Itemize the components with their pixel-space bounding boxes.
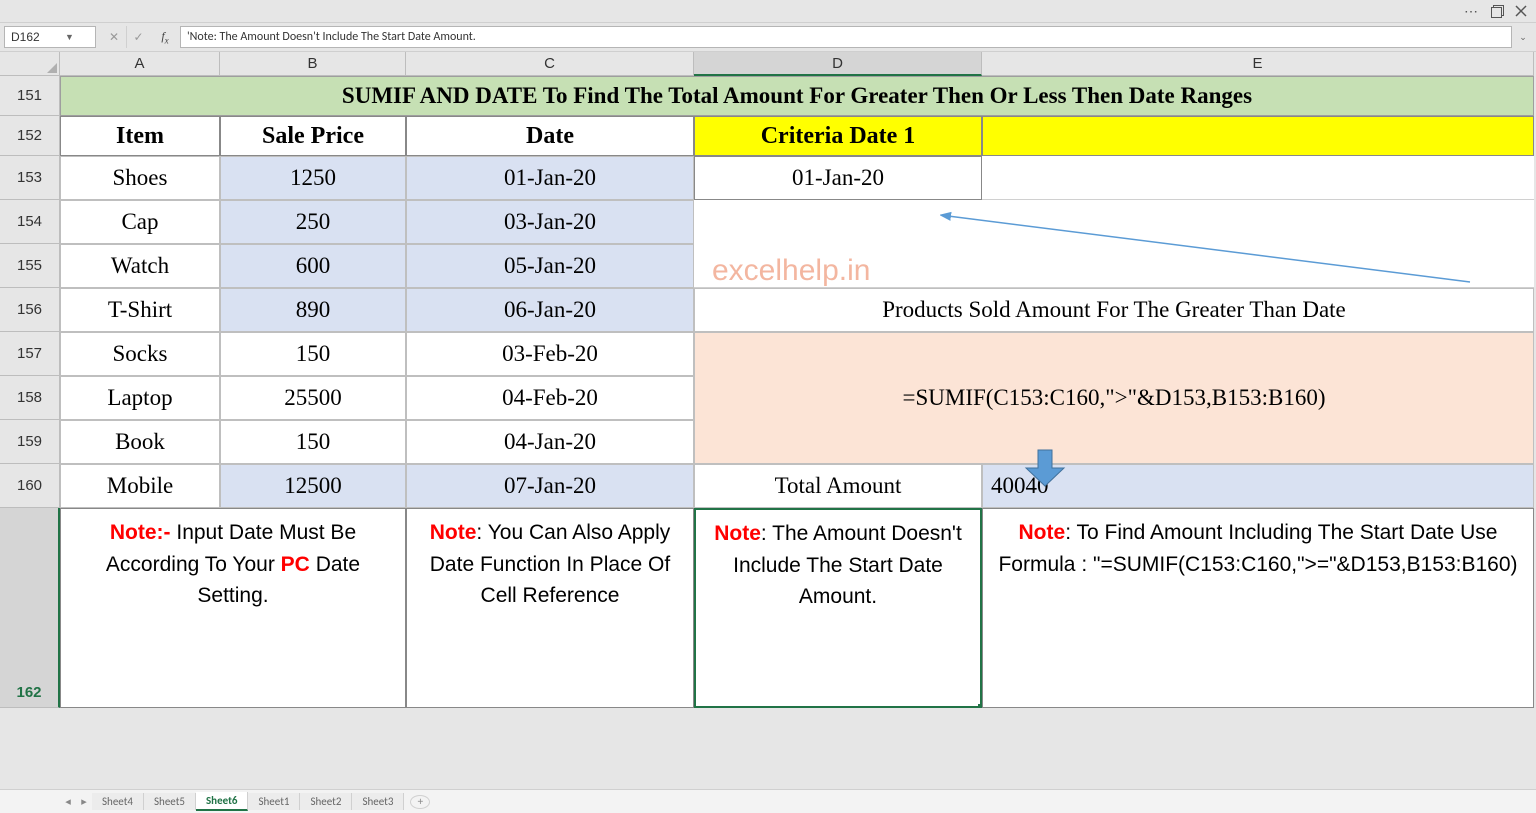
cancel-formula-icon[interactable]: ✕ xyxy=(102,26,126,48)
cell-item[interactable]: Shoes xyxy=(60,156,220,200)
cell-date[interactable]: 07-Jan-20 xyxy=(406,464,694,508)
row-header[interactable]: 156 xyxy=(0,288,60,332)
row-header[interactable]: 157 xyxy=(0,332,60,376)
formula-area-top[interactable] xyxy=(694,332,1534,376)
note-body: : To Find Amount Including The Start Dat… xyxy=(998,521,1517,576)
cell-date[interactable]: 06-Jan-20 xyxy=(406,288,694,332)
column-header-A[interactable]: A xyxy=(60,52,220,76)
note-prefix: Note:- xyxy=(110,521,177,544)
cell-price[interactable]: 12500 xyxy=(220,464,406,508)
header-criteria-date[interactable]: Criteria Date 1 xyxy=(694,116,982,156)
products-sold-label[interactable]: Products Sold Amount For The Greater Tha… xyxy=(694,288,1534,332)
note-pc: PC xyxy=(281,553,310,576)
note-d-selected-cell[interactable]: Note: The Amount Doesn't Include The Sta… xyxy=(694,508,982,708)
formula-bar: D162 ▼ ✕ ✓ fx 'Note: The Amount Doesn't … xyxy=(0,22,1536,52)
row-header[interactable]: 151 xyxy=(0,76,60,116)
cell-date[interactable]: 03-Jan-20 xyxy=(406,200,694,244)
cell-date[interactable]: 04-Feb-20 xyxy=(406,376,694,420)
cell-date[interactable]: 05-Jan-20 xyxy=(406,244,694,288)
sheet-tab[interactable]: Sheet5 xyxy=(144,793,196,810)
cell-price[interactable]: 890 xyxy=(220,288,406,332)
total-amount-value[interactable]: 40040 xyxy=(982,464,1534,508)
cell-item[interactable]: Socks xyxy=(60,332,220,376)
sheet-nav-next-icon[interactable]: ▸ xyxy=(76,795,92,808)
cell-item[interactable]: Book xyxy=(60,420,220,464)
header-item[interactable]: Item xyxy=(60,116,220,156)
cell-price[interactable]: 25500 xyxy=(220,376,406,420)
cell-item[interactable]: Mobile xyxy=(60,464,220,508)
empty-area xyxy=(60,708,1534,748)
formula-area-bottom[interactable] xyxy=(694,420,1534,464)
note-body: : The Amount Doesn't Include The Start D… xyxy=(733,522,962,608)
formula-input-text: 'Note: The Amount Doesn't Include The St… xyxy=(187,30,476,44)
watermark-area[interactable] xyxy=(694,200,1534,244)
formula-input[interactable]: 'Note: The Amount Doesn't Include The St… xyxy=(180,26,1512,48)
column-header-E[interactable]: E xyxy=(982,52,1534,76)
note-prefix: Note xyxy=(430,521,477,544)
total-amount-label[interactable]: Total Amount xyxy=(694,464,982,508)
close-icon[interactable] xyxy=(1514,4,1528,18)
cell-price[interactable]: 1250 xyxy=(220,156,406,200)
fx-icon[interactable]: fx xyxy=(154,29,176,45)
more-icon[interactable]: ⋯ xyxy=(1464,3,1480,20)
row-header[interactable]: 158 xyxy=(0,376,60,420)
row-header[interactable]: 155 xyxy=(0,244,60,288)
chevron-down-icon[interactable]: ▼ xyxy=(50,32,89,42)
empty-cell[interactable] xyxy=(982,156,1534,200)
cell-price[interactable]: 150 xyxy=(220,332,406,376)
grid-body: 151 SUMIF AND DATE To Find The Total Amo… xyxy=(0,76,1536,748)
spreadsheet-grid[interactable]: A B C D E 151 SUMIF AND DATE To Find The… xyxy=(0,52,1536,789)
column-header-D[interactable]: D xyxy=(694,52,982,76)
cell-date[interactable]: 03-Feb-20 xyxy=(406,332,694,376)
header-empty[interactable] xyxy=(982,116,1534,156)
window-titlebar: ⋯ xyxy=(0,0,1536,22)
cell-date[interactable]: 04-Jan-20 xyxy=(406,420,694,464)
note-e[interactable]: Note: To Find Amount Including The Start… xyxy=(982,508,1534,708)
cell-price[interactable]: 150 xyxy=(220,420,406,464)
accept-formula-icon[interactable]: ✓ xyxy=(126,26,150,48)
cell-item[interactable]: Cap xyxy=(60,200,220,244)
sheet-tab-active[interactable]: Sheet6 xyxy=(196,792,249,811)
empty-cell[interactable] xyxy=(694,244,1534,288)
column-header-C[interactable]: C xyxy=(406,52,694,76)
row-header[interactable]: 153 xyxy=(0,156,60,200)
title-cell[interactable]: SUMIF AND DATE To Find The Total Amount … xyxy=(60,76,1534,116)
column-header-row: A B C D E xyxy=(0,52,1536,76)
add-sheet-icon[interactable]: + xyxy=(410,795,430,809)
sheet-tab[interactable]: Sheet1 xyxy=(248,793,300,810)
sheet-tab[interactable]: Sheet3 xyxy=(352,793,404,810)
cell-item[interactable]: Laptop xyxy=(60,376,220,420)
row-header[interactable]: 154 xyxy=(0,200,60,244)
row-header-empty xyxy=(0,708,60,748)
sheet-nav-prev-icon[interactable]: ◂ xyxy=(60,795,76,808)
cell-criteria-date-value[interactable]: 01-Jan-20 xyxy=(694,156,982,200)
cell-price[interactable]: 250 xyxy=(220,200,406,244)
cell-date[interactable]: 01-Jan-20 xyxy=(406,156,694,200)
sheet-tab[interactable]: Sheet2 xyxy=(300,793,352,810)
cell-item[interactable]: T-Shirt xyxy=(60,288,220,332)
expand-formula-icon[interactable]: ⌄ xyxy=(1516,32,1530,43)
sheet-tab-strip: ◂ ▸ Sheet4 Sheet5 Sheet6 Sheet1 Sheet2 S… xyxy=(0,789,1536,813)
header-date[interactable]: Date xyxy=(406,116,694,156)
note-ab[interactable]: Note:- Input Date Must Be According To Y… xyxy=(60,508,406,708)
formula-cell[interactable]: =SUMIF(C153:C160,">"&D153,B153:B160) xyxy=(694,376,1534,420)
select-all-button[interactable] xyxy=(0,52,60,76)
row-header[interactable]: 159 xyxy=(0,420,60,464)
note-prefix: Note xyxy=(1019,521,1066,544)
name-box[interactable]: D162 ▼ xyxy=(4,26,96,48)
header-sale-price[interactable]: Sale Price xyxy=(220,116,406,156)
sheet-tab[interactable]: Sheet4 xyxy=(92,793,144,810)
note-prefix: Note xyxy=(714,522,761,545)
cell-item[interactable]: Watch xyxy=(60,244,220,288)
name-box-value: D162 xyxy=(11,30,50,44)
formula-controls: ✕ ✓ xyxy=(102,26,150,48)
row-header[interactable]: 162 xyxy=(0,508,60,708)
note-c[interactable]: Note: You Can Also Apply Date Function I… xyxy=(406,508,694,708)
cell-price[interactable]: 600 xyxy=(220,244,406,288)
row-header[interactable]: 152 xyxy=(0,116,60,156)
column-header-B[interactable]: B xyxy=(220,52,406,76)
restore-icon[interactable] xyxy=(1490,4,1504,18)
row-header[interactable]: 160 xyxy=(0,464,60,508)
